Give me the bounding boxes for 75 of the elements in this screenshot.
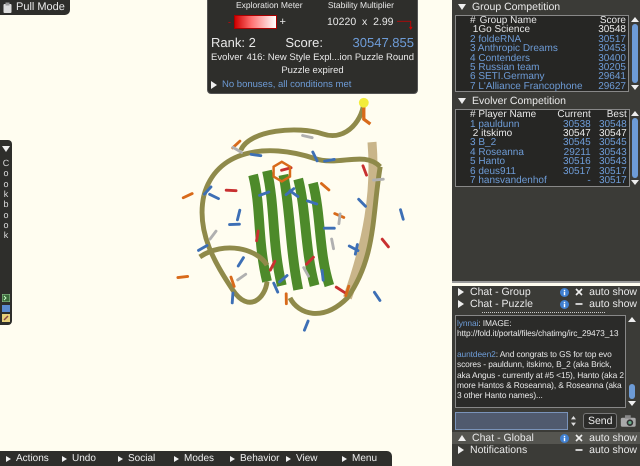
table-cell-text: 4 Roseanna: [470, 148, 525, 158]
table-cell-text: 6 SETI.Germany: [470, 72, 544, 82]
column-header: Best: [606, 110, 627, 120]
table-cell-text: 30548: [598, 120, 627, 130]
section-title[interactable]: Chat - Global: [472, 432, 554, 444]
table-cell-text: 30517: [562, 166, 591, 176]
minus-sign: -: [228, 17, 231, 27]
auto-show-label: auto show: [589, 432, 637, 444]
table-cell-text: 3 B_2: [470, 138, 496, 148]
table-cell-text: 5 Hanto: [470, 157, 506, 167]
table-cell-text: 30545: [598, 138, 627, 148]
table-cell-text: 4 Contenders: [470, 54, 530, 64]
table-cell-text: 30548: [597, 25, 626, 35]
table-cell-text: 1Go Science: [472, 25, 532, 35]
table-cell-text: 30543: [598, 148, 627, 158]
table-cell-text: 30205: [597, 63, 626, 72]
toolbar-menu-button[interactable]: Menu: [336, 452, 392, 465]
toolbar-menu-button[interactable]: Undo: [56, 452, 112, 465]
table-cell-text: 6 deus911: [470, 166, 516, 176]
puzzle-status: Puzzle expired: [280, 65, 345, 76]
column-header: # Player Name: [470, 110, 538, 120]
section-title[interactable]: Chat - Puzzle: [470, 298, 554, 310]
table-cell-text: 30538: [562, 120, 591, 130]
table-cell-text: 29211: [562, 148, 591, 158]
section-title[interactable]: Group Competition: [472, 0, 560, 12]
column-header: Group Name: [480, 16, 538, 26]
exploration-meter-label: Exploration Meter: [236, 0, 303, 10]
table-cell-text: 30547: [562, 129, 591, 138]
toolbar-menu-button[interactable]: Actions: [0, 452, 56, 465]
plus-sign: +: [280, 16, 286, 28]
section-title[interactable]: Evolver Competition: [472, 94, 566, 107]
table-cell-text: -: [586, 176, 591, 186]
toolbar-menu-button[interactable]: Behavior: [224, 452, 280, 465]
auto-show-label: auto show: [589, 298, 637, 310]
player-name: Evolver: [211, 52, 243, 63]
table-cell-text: 30545: [562, 138, 591, 148]
table-cell-text: 30517: [598, 176, 627, 186]
score-value: 30547.855: [352, 35, 414, 50]
cookbook-title: Cookbook: [2, 158, 10, 241]
send-button[interactable]: Send: [582, 413, 618, 429]
table-cell-text: 2 foldeRNA: [470, 34, 522, 44]
table-cell: 7 hansvandenhof: [470, 176, 547, 186]
table-cell-text: 30547: [598, 129, 627, 138]
chat-message: lynnai: IMAGE: http://fold.it/portal/files/chatimg/irc_29473_13: [457, 318, 620, 339]
table-cell-text: 29627: [597, 82, 626, 92]
pull-mode-button[interactable]: Pull Mode: [0, 0, 70, 15]
column-header: Score: [600, 16, 626, 26]
table-cell-text: 30516: [562, 157, 591, 167]
auto-show-label: auto show: [589, 444, 637, 456]
stability-value: 10220 x 2.99: [326, 16, 394, 28]
auto-show-label: auto show: [589, 286, 637, 298]
toolbar-menu-button[interactable]: Modes: [168, 452, 224, 465]
table-cell-text: 30400: [597, 54, 626, 64]
chat-message: auntdeen2: And congrats to GS for top evo scores - pauldunn, itskimo, B_2 (aka Brick, aka Angus - currently at #5 <15), Hanto (aka 2 more Hantos & Roseanna), & Roseanna (aka 3 other Hanto names)...: [457, 348, 624, 401]
score-label: Score:: [285, 35, 323, 50]
table-cell-text: 7 L'Alliance Francophone: [470, 82, 584, 92]
column-header: Current: [556, 110, 591, 120]
table-cell-text: 30517: [597, 34, 626, 44]
section-title[interactable]: Chat - Group: [470, 286, 554, 298]
table-cell-text: 5 Russian team: [470, 63, 540, 72]
table-cell-text: 30517: [598, 166, 627, 176]
table-cell-text: 1 pauldunn: [470, 120, 520, 130]
rank-text: Rank: 2: [211, 35, 256, 50]
table-cell-text: 30453: [597, 44, 626, 54]
stability-multiplier-label: Stability Multiplier: [328, 0, 394, 10]
table-cell-text: 30543: [598, 157, 627, 167]
column-header: #: [470, 16, 476, 26]
puzzle-title: 416: New Style Expl...ion Puzzle Round: [246, 52, 414, 63]
bonus-status-link[interactable]: No bonuses, all conditions met: [222, 79, 352, 90]
toolbar-menu-button[interactable]: View: [280, 452, 336, 465]
table-cell-text: 2 itskimo: [472, 129, 512, 138]
table-cell-text: 3 Anthropic Dreams: [470, 44, 559, 54]
section-title[interactable]: Notifications: [470, 444, 570, 456]
table-cell-text: 29641: [597, 72, 626, 82]
toolbar-menu-button[interactable]: Social: [112, 452, 168, 465]
